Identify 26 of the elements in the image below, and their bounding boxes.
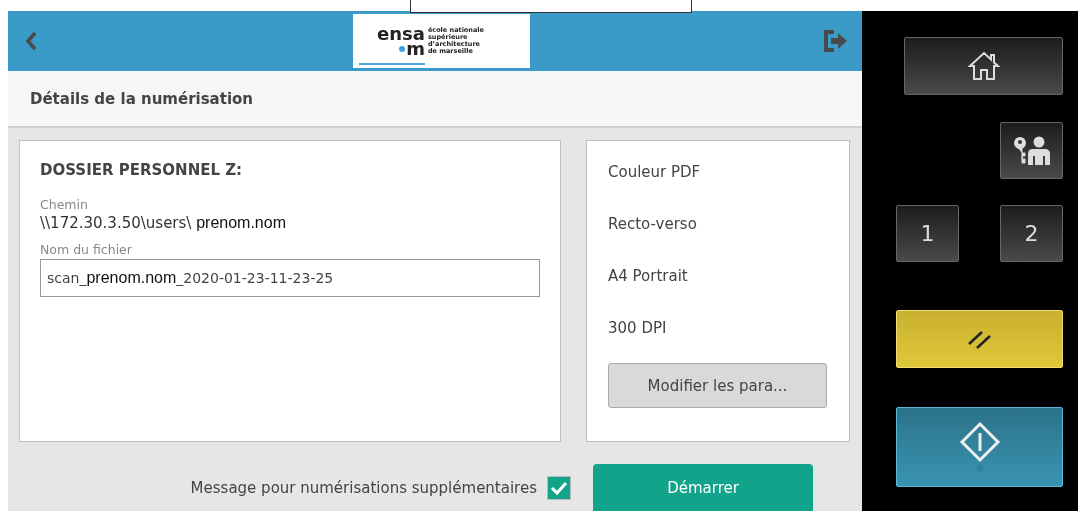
home-icon — [966, 51, 1001, 81]
checkbox[interactable] — [547, 475, 571, 500]
logo-text: m — [399, 41, 425, 57]
start-hardware-button[interactable] — [896, 407, 1063, 487]
path-text: \\172.30.3.50\users\ prenom.nom — [40, 214, 287, 232]
setting-text: 300 DPI — [608, 319, 668, 339]
back-icon[interactable] — [25, 31, 37, 51]
checkbox-label: Message pour numérisations supplémentaires — [190, 478, 537, 497]
destination-title: DOSSIER PERSONNEL Z: — [40, 161, 244, 179]
field-label: Chemin — [40, 197, 89, 212]
start-icon — [958, 422, 1001, 472]
setting-text: Recto-verso — [608, 215, 698, 235]
number-key[interactable]: 1 — [896, 205, 959, 262]
user-key-button[interactable] — [1000, 122, 1063, 179]
field-label: Nom du fichier — [40, 242, 133, 257]
home-button[interactable] — [904, 37, 1063, 95]
modify-settings-button[interactable]: Modifier les para... — [608, 363, 827, 408]
page-title: Détails de la numérisation — [30, 89, 253, 108]
filename-field[interactable]: scan_prenom.nom_2020-01-23-11-23-25 — [40, 259, 540, 297]
setting-text: Couleur PDF — [608, 163, 702, 183]
user-key-icon — [1011, 134, 1052, 167]
logout-icon[interactable] — [822, 28, 848, 54]
reset-button[interactable] — [896, 310, 1063, 368]
number-key[interactable]: 2 — [1000, 205, 1063, 262]
setting-text: A4 Portrait — [608, 267, 689, 287]
logo-text: ensa — [377, 25, 425, 41]
